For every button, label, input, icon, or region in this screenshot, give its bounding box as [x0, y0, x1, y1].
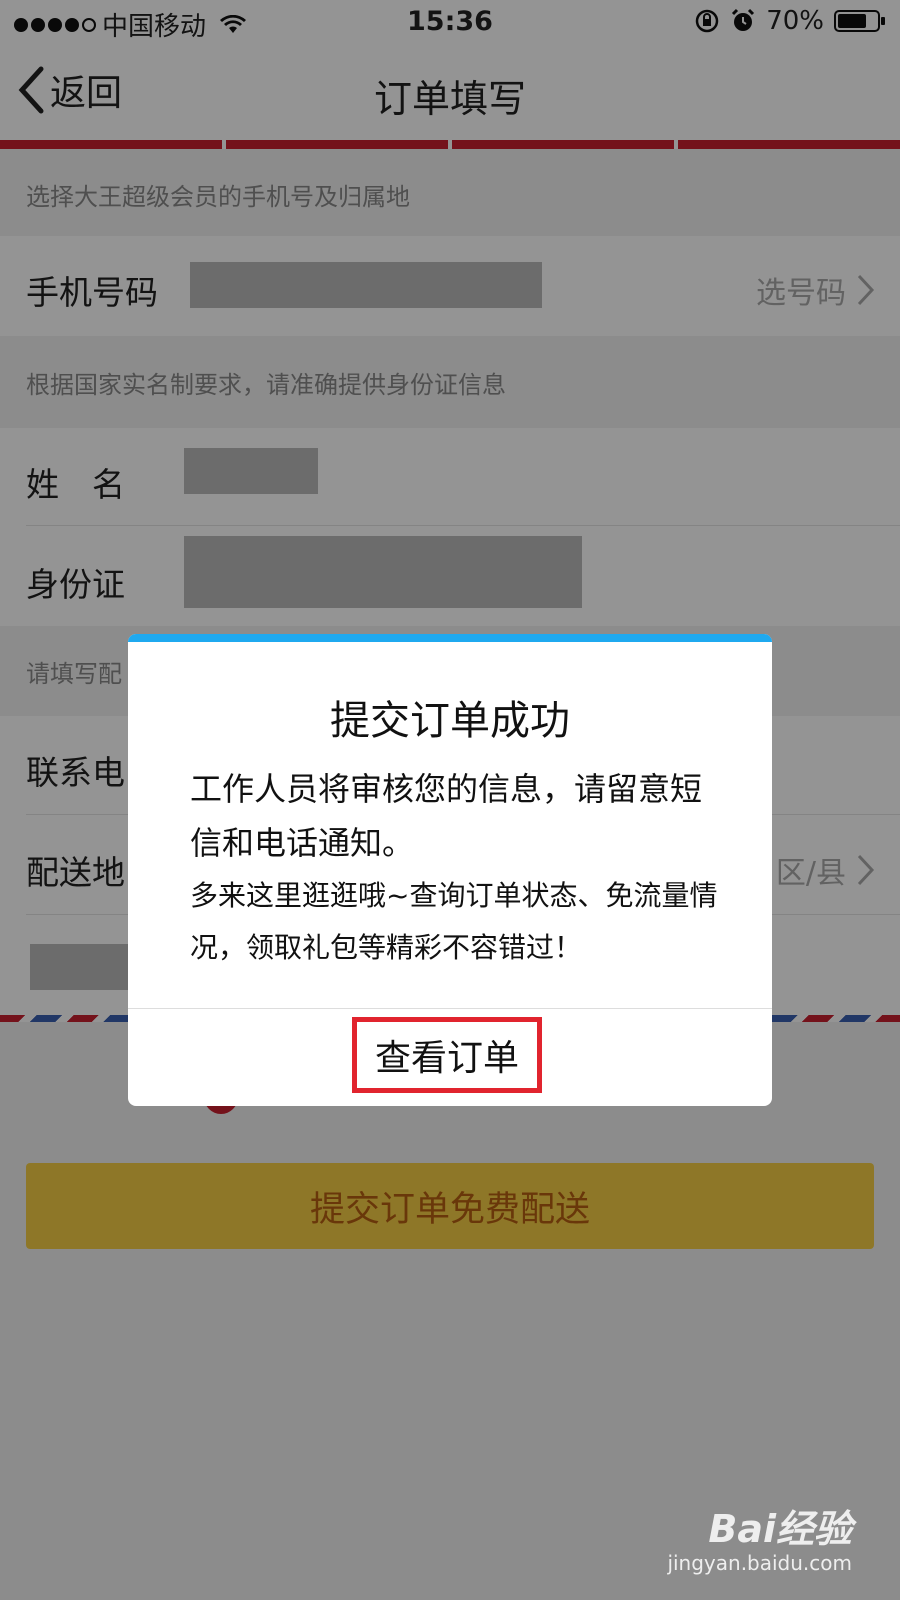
dialog-message: 工作人员将审核您的信息，请留意短信和电话通知。 [190, 770, 703, 862]
view-order-button[interactable]: 查看订单 [352, 1017, 542, 1093]
watermark-url: jingyan.baidu.com [667, 1551, 852, 1575]
dialog-title: 提交订单成功 [330, 698, 570, 744]
watermark-logo: Bai经验 [708, 1507, 852, 1551]
dialog-note: 多来这里逛逛哦~查询订单状态、免流量情况，领取礼包等精彩不容错过！ [190, 879, 718, 964]
baidu-jingyan-watermark: Bai经验 jingyan.baidu.com [667, 1498, 852, 1575]
dialog-top-bar [128, 634, 772, 642]
success-dialog: 提交订单成功 工作人员将审核您的信息，请留意短信和电话通知。 多来这里逛逛哦~查… [128, 634, 772, 1106]
dialog-divider [128, 1008, 772, 1009]
